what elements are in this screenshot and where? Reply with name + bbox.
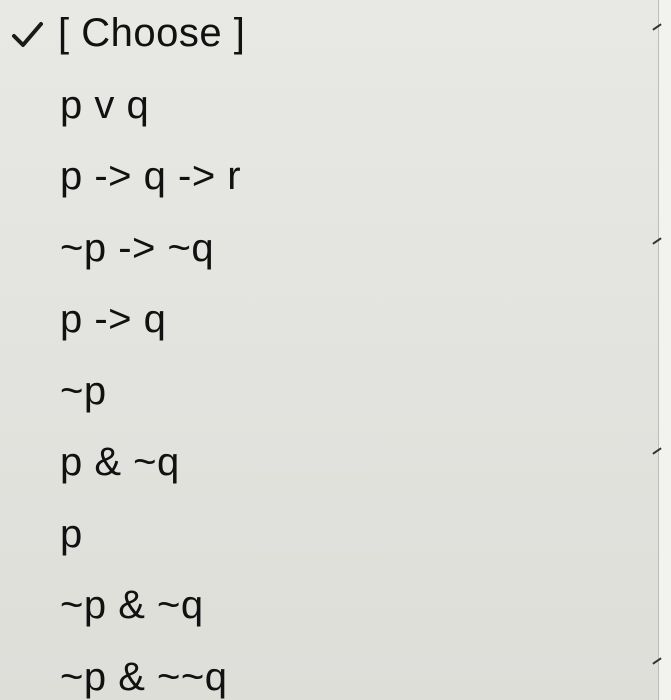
dropdown-option-not-p-and-not-q[interactable]: ~p & ~q bbox=[0, 580, 658, 652]
dropdown-options-list: [ Choose ] p v q p -> q -> r ~p -> ~q p … bbox=[0, 8, 658, 700]
dropdown-option-not-p[interactable]: ~p bbox=[0, 366, 658, 438]
dropdown-option-label: ~p bbox=[60, 368, 107, 413]
dropdown-option-label: p bbox=[60, 511, 83, 556]
dropdown-option-p-or-q[interactable]: p v q bbox=[0, 80, 658, 152]
dropdown-option-not-p-implies-not-q[interactable]: ~p -> ~q bbox=[0, 223, 658, 295]
dropdown-option-label: p v q bbox=[60, 82, 150, 127]
dropdown-option-label: [ Choose ] bbox=[58, 11, 246, 55]
dropdown-option-label: p -> q -> r bbox=[60, 154, 242, 198]
dropdown-option-p-implies-q[interactable]: p -> q bbox=[0, 294, 658, 366]
dropdown-option-label: p -> q bbox=[60, 297, 167, 341]
dropdown-option-p-implies-q-implies-r[interactable]: p -> q -> r bbox=[0, 151, 658, 223]
dropdown-option-label: ~p & ~q bbox=[60, 583, 204, 627]
dropdown-option-label: p & ~q bbox=[60, 440, 180, 484]
dropdown-option-p-and-not-q[interactable]: p & ~q bbox=[0, 437, 658, 509]
background-page-edge bbox=[658, 0, 671, 700]
dropdown-option-p[interactable]: p bbox=[0, 509, 658, 581]
dropdown-menu: [ Choose ] p v q p -> q -> r ~p -> ~q p … bbox=[0, 0, 658, 700]
dropdown-option-not-p-and-not-not-q[interactable]: ~p & ~~q bbox=[0, 652, 658, 700]
checkmark-icon bbox=[8, 16, 48, 52]
dropdown-option-label: ~p & ~~q bbox=[60, 654, 228, 699]
dropdown-option-choose[interactable]: [ Choose ] bbox=[0, 8, 658, 80]
dropdown-option-label: ~p -> ~q bbox=[60, 225, 215, 270]
